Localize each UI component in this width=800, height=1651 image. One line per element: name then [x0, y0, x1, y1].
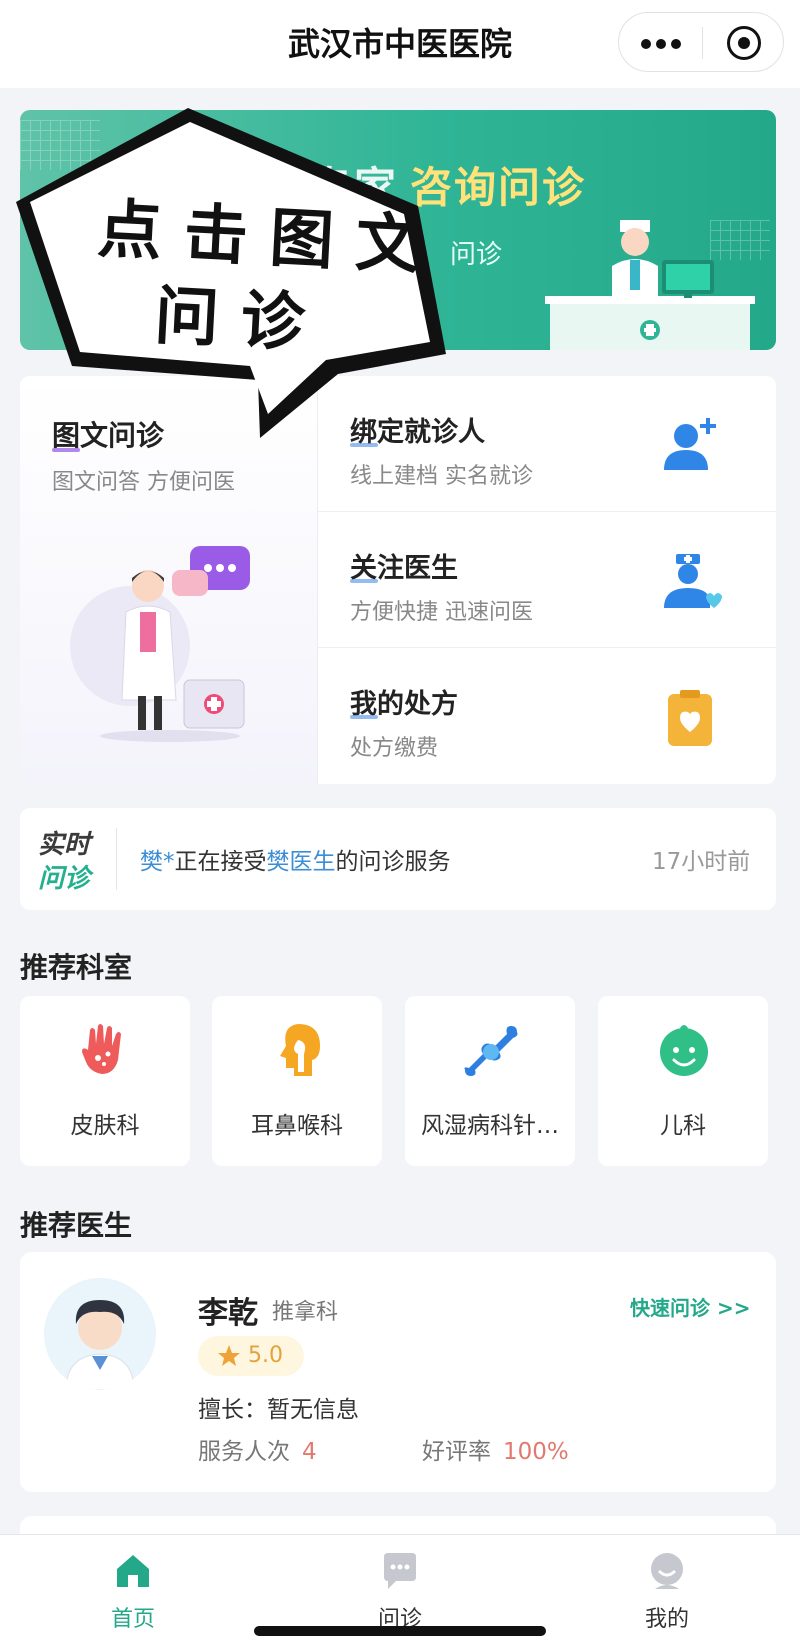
doctor-expertise: 擅长：暂无信息	[198, 1397, 359, 1423]
follow-doctor-row[interactable]: 关注医生 方便快捷 迅速问医	[318, 512, 776, 648]
live-message: 樊*正在接受樊医生的问诊服务	[140, 842, 451, 876]
doctor-heart-icon	[664, 554, 722, 608]
dept-label: 耳鼻喉科	[251, 1113, 343, 1139]
bone-joint-icon	[464, 1026, 518, 1076]
my-prescription-row[interactable]: 我的处方 处方缴费	[318, 648, 776, 784]
row-subtitle: 线上建档 实名就诊	[350, 464, 533, 489]
doctor-illustration	[70, 546, 250, 742]
tab-home[interactable]: 首页	[0, 1535, 266, 1651]
row-subtitle: 处方缴费	[350, 736, 439, 761]
live-text1: 正在接受	[174, 849, 267, 875]
rating-value: 5.0	[248, 1343, 283, 1368]
live-time: 17小时前	[652, 849, 751, 875]
dept-dermatology[interactable]: 皮肤科	[20, 996, 190, 1166]
live-doctor: 樊医生	[266, 849, 336, 875]
skin-icon	[82, 1024, 121, 1074]
doctor-desk-illustration	[545, 220, 755, 350]
service-count-value: 4	[302, 1439, 317, 1465]
good-rate-value: 100%	[503, 1439, 569, 1465]
tab-label: 首页	[110, 1607, 155, 1632]
chat-icon	[384, 1553, 416, 1589]
rating-badge: 5.0	[198, 1336, 304, 1376]
dept-ent[interactable]: 耳鼻喉科	[212, 996, 382, 1166]
profile-icon	[651, 1553, 683, 1589]
live-patient: 樊*	[140, 849, 175, 875]
top-bar: 武汉市中医医院	[0, 0, 800, 88]
live-consult-strip[interactable]: 实时 问诊 樊*正在接受樊医生的问诊服务 17小时前	[20, 808, 776, 910]
doctor-department: 推拿科	[272, 1300, 339, 1325]
departments-title: 推荐科室	[20, 951, 133, 984]
add-user-icon	[664, 418, 716, 470]
doctors-title: 推荐医生	[20, 1209, 133, 1242]
doctor-card[interactable]: 李乾 推拿科 快速问诊 >> 5.0 擅长：暂无信息 服务人次 4 好评率 100%	[20, 1252, 776, 1492]
service-count: 服务人次 4	[198, 1432, 317, 1466]
live-text2: 的问诊服务	[335, 849, 451, 875]
service-count-label: 服务人次	[198, 1439, 290, 1465]
good-rate-label: 好评率	[422, 1439, 491, 1465]
home-icon	[117, 1555, 149, 1587]
dept-label: 儿科	[660, 1113, 706, 1139]
tap-hint-line2: 问诊	[152, 279, 329, 363]
star-icon	[218, 1345, 240, 1366]
home-indicator	[254, 1626, 546, 1636]
more-icon[interactable]	[641, 39, 681, 49]
mini-program-capsule	[618, 12, 784, 72]
tap-hint-bubble: 点击图文 问诊	[0, 98, 480, 458]
good-rate: 好评率 100%	[422, 1432, 569, 1466]
capsule-divider	[702, 27, 703, 59]
row-title: 关注医生	[350, 546, 458, 585]
ent-icon	[280, 1024, 320, 1076]
tab-label: 我的	[644, 1607, 689, 1632]
quick-consult-link[interactable]: 快速问诊 >>	[630, 1292, 750, 1321]
tab-profile[interactable]: 我的	[534, 1535, 800, 1651]
tile-subtitle: 图文问答 方便问医	[52, 470, 235, 495]
doctor-avatar	[44, 1278, 156, 1390]
row-title: 我的处方	[350, 682, 458, 721]
baby-face-icon	[660, 1025, 708, 1076]
doctor-avatar-icon	[65, 1300, 135, 1390]
dept-pediatrics[interactable]: 儿科	[598, 996, 768, 1166]
dept-label: 风湿病科针…	[421, 1113, 559, 1139]
row-subtitle: 方便快捷 迅速问医	[350, 600, 533, 625]
dept-rheumatology[interactable]: 风湿病科针…	[405, 996, 575, 1166]
prescription-icon	[668, 690, 712, 746]
dept-label: 皮肤科	[70, 1113, 140, 1139]
doctor-name: 李乾	[198, 1296, 258, 1331]
live-logo-line1: 实时	[38, 830, 91, 860]
live-logo-line2: 问诊	[38, 864, 91, 894]
close-target-icon[interactable]	[727, 26, 761, 60]
live-divider	[116, 828, 117, 890]
